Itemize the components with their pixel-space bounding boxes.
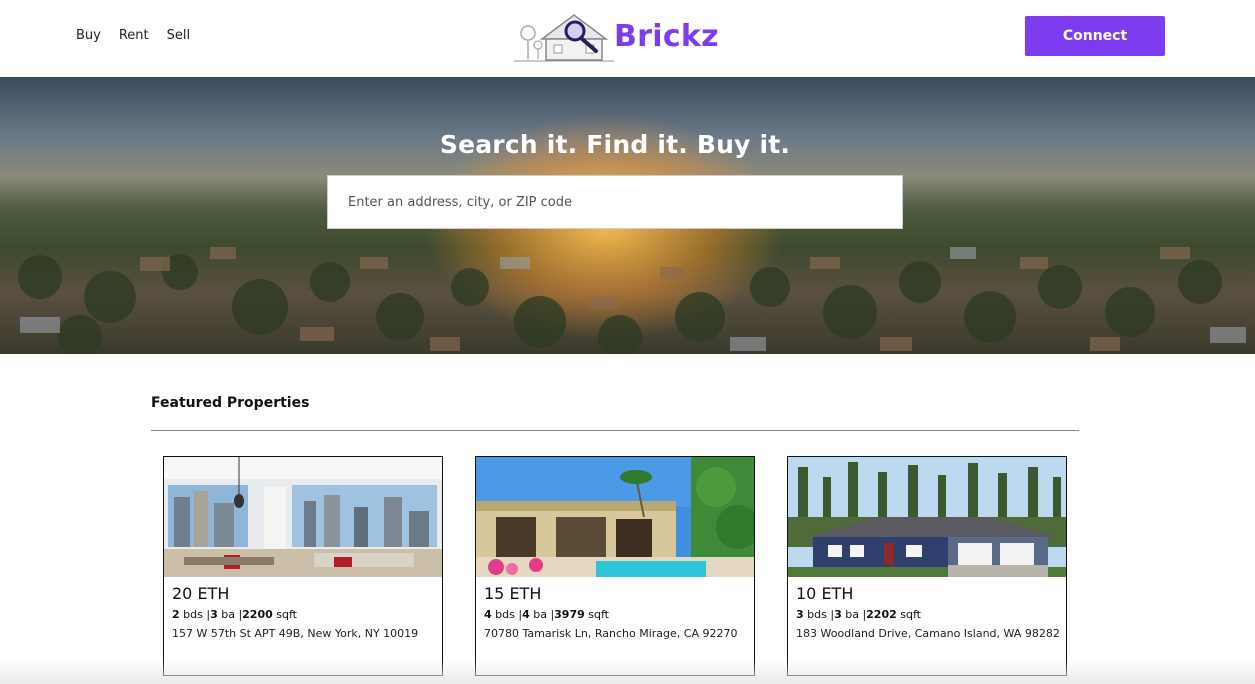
address-search-input[interactable] (327, 175, 903, 229)
brand-name: Brickz (614, 18, 719, 54)
sqft-unit: sqft (900, 608, 921, 621)
main-nav: Buy Rent Sell (76, 28, 208, 44)
baths-count: 3 (834, 608, 842, 621)
property-price: 20 ETH (172, 584, 230, 603)
property-specs: 3 bds |3 ba |2202 sqft (796, 608, 921, 621)
property-photo-pool-house (476, 457, 754, 577)
property-photo-apartment-interior (164, 457, 442, 577)
property-address: 183 Woodland Drive, Camano Island, WA 98… (796, 627, 1060, 640)
property-address: 70780 Tamarisk Ln, Rancho Mirage, CA 922… (484, 627, 738, 640)
beds-unit: bds (495, 608, 515, 621)
property-card[interactable]: 20 ETH 2 bds |3 ba |2200 sqft 157 W 57th… (163, 456, 443, 676)
beds-count: 4 (484, 608, 492, 621)
connect-button[interactable]: Connect (1025, 16, 1165, 56)
nav-rent-link[interactable]: Rent (119, 28, 149, 44)
property-price: 10 ETH (796, 584, 854, 603)
hero-title: Search it. Find it. Buy it. (439, 130, 791, 159)
bottom-fade (0, 660, 1255, 684)
property-specs: 4 bds |4 ba |3979 sqft (484, 608, 609, 621)
property-price: 15 ETH (484, 584, 542, 603)
beds-count: 2 (172, 608, 180, 621)
section-divider (151, 430, 1079, 431)
sqft-count: 2200 (242, 608, 273, 621)
top-header: Buy Rent Sell Brickz Connect (0, 0, 1255, 77)
property-photo-forest-house (788, 457, 1066, 577)
nav-sell-link[interactable]: Sell (167, 28, 190, 44)
beds-count: 3 (796, 608, 804, 621)
property-address: 157 W 57th St APT 49B, New York, NY 1001… (172, 627, 419, 640)
baths-unit: ba (533, 608, 547, 621)
property-card[interactable]: 15 ETH 4 bds |4 ba |3979 sqft 70780 Tama… (475, 456, 755, 676)
house-magnifier-logo-icon (514, 14, 614, 62)
property-card[interactable]: 10 ETH 3 bds |3 ba |2202 sqft 183 Woodla… (787, 456, 1067, 676)
brand-logo[interactable]: Brickz (512, 8, 722, 64)
baths-unit: ba (845, 608, 859, 621)
baths-count: 4 (522, 608, 530, 621)
sqft-count: 2202 (866, 608, 897, 621)
nav-buy-link[interactable]: Buy (76, 28, 101, 44)
property-specs: 2 bds |3 ba |2200 sqft (172, 608, 297, 621)
baths-count: 3 (210, 608, 218, 621)
sqft-unit: sqft (588, 608, 609, 621)
beds-unit: bds (183, 608, 203, 621)
sqft-unit: sqft (276, 608, 297, 621)
beds-unit: bds (807, 608, 827, 621)
sqft-count: 3979 (554, 608, 585, 621)
hero-banner: Search it. Find it. Buy it. (0, 77, 1255, 354)
baths-unit: ba (221, 608, 235, 621)
featured-properties-heading: Featured Properties (151, 395, 310, 411)
